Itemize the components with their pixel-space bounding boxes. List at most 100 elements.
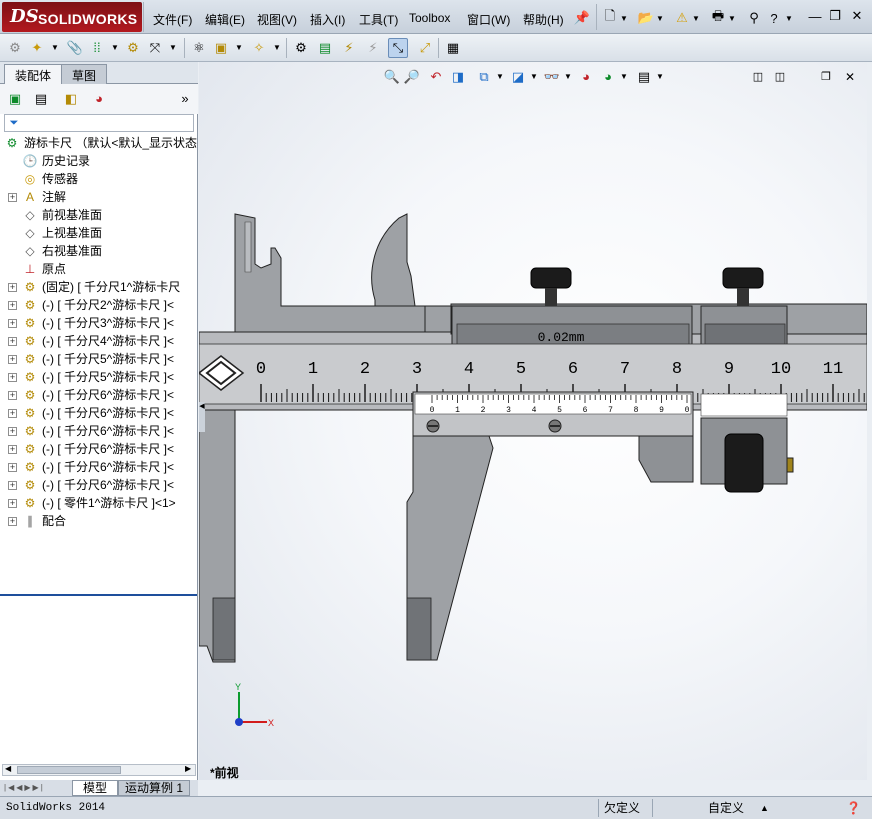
expand-toggle-icon[interactable]: + bbox=[8, 409, 17, 418]
tree-item[interactable]: + A 注解 bbox=[0, 188, 198, 206]
new-part-icon[interactable]: ✦ bbox=[28, 39, 46, 57]
tree-item[interactable]: + ⚙ (-) [ 千分尺4^游标卡尺 ]< bbox=[0, 332, 198, 350]
tab-motion-study[interactable]: 运动算例 1 bbox=[118, 780, 191, 796]
expand-toggle-icon[interactable]: + bbox=[8, 445, 17, 454]
rebuild-dropdown-icon[interactable]: ▼ bbox=[691, 9, 701, 27]
tree-item[interactable]: + ∥ 配合 bbox=[0, 512, 198, 530]
help-dropdown-icon[interactable]: ▼ bbox=[784, 9, 794, 27]
tab-nav-arrows[interactable]: |◀◀▶▶| bbox=[4, 783, 45, 792]
smart-fasteners-icon[interactable]: ⚙ bbox=[124, 39, 142, 57]
mate-icon[interactable]: 📎 bbox=[66, 39, 84, 57]
open-folder-icon[interactable]: 📂 bbox=[637, 9, 655, 27]
menu-toolbox[interactable]: Toolbox bbox=[409, 11, 450, 27]
tree-item[interactable]: ◎ 传感器 bbox=[0, 170, 198, 188]
move-component-icon[interactable]: ⤧ bbox=[146, 39, 164, 57]
display-manager-icon[interactable]: ◕ bbox=[90, 90, 108, 108]
units-dropdown-icon[interactable]: ▲ bbox=[760, 800, 769, 816]
restore-icon[interactable]: ❐ bbox=[826, 7, 844, 25]
filter-icon[interactable]: ⏷ bbox=[7, 115, 21, 131]
assembly-features-icon[interactable]: ▣ bbox=[212, 39, 230, 57]
panel-collapse-handle[interactable]: ◀ bbox=[199, 402, 205, 432]
expand-toggle-icon[interactable]: + bbox=[8, 373, 17, 382]
bill-of-materials-icon[interactable]: ▤ bbox=[316, 39, 334, 57]
menu-help[interactable]: 帮助(H) bbox=[523, 11, 564, 27]
tab-assembly[interactable]: 装配体 bbox=[4, 64, 63, 84]
expand-toggle-icon[interactable]: + bbox=[8, 319, 17, 328]
tree-item[interactable]: + ⚙ (-) [ 零件1^游标卡尺 ]<1> bbox=[0, 494, 198, 512]
scroll-left-icon[interactable]: ◀ bbox=[5, 764, 11, 773]
solidworks-logo[interactable]: DS SOLIDWORKS bbox=[2, 2, 142, 32]
tree-item[interactable]: + ⚙ (-) [ 千分尺6^游标卡尺 ]< bbox=[0, 422, 198, 440]
configuration-manager-icon[interactable]: ◧ bbox=[62, 90, 80, 108]
expand-toggle-icon[interactable]: + bbox=[8, 193, 17, 202]
minimize-icon[interactable]: — bbox=[806, 7, 824, 25]
tree-item[interactable]: + ⚙ (-) [ 千分尺2^游标卡尺 ]< bbox=[0, 296, 198, 314]
print-dropdown-icon[interactable]: ▼ bbox=[727, 9, 737, 27]
status-units[interactable]: 自定义 bbox=[708, 800, 744, 816]
tree-item[interactable]: + ⚙ (-) [ 千分尺6^游标卡尺 ]< bbox=[0, 440, 198, 458]
property-manager-icon[interactable]: ▤ bbox=[32, 90, 50, 108]
tree-item[interactable]: + ⚙ (-) [ 千分尺5^游标卡尺 ]< bbox=[0, 350, 198, 368]
menu-view[interactable]: 视图(V) bbox=[257, 11, 297, 27]
expand-panel-icon[interactable]: » bbox=[176, 90, 194, 108]
reference-dropdown-icon[interactable]: ▼ bbox=[268, 39, 286, 57]
fine-adjust-wheel[interactable] bbox=[724, 433, 764, 493]
explode-line-sketch-icon[interactable]: ⚡ bbox=[364, 39, 382, 57]
new-motion-study-icon[interactable]: ⚙ bbox=[292, 39, 310, 57]
instant3d-icon[interactable]: ⤢ bbox=[416, 39, 434, 57]
tree-item[interactable]: + ⚙ (-) [ 千分尺6^游标卡尺 ]< bbox=[0, 386, 198, 404]
horizontal-scrollbar[interactable]: ◀ ▶ bbox=[2, 764, 196, 776]
tree-item[interactable]: 🕒 历史记录 bbox=[0, 152, 198, 170]
expand-toggle-icon[interactable]: + bbox=[8, 499, 17, 508]
print-icon[interactable]: 🖶 bbox=[709, 8, 727, 27]
tree-item[interactable]: + ⚙ (-) [ 千分尺6^游标卡尺 ]< bbox=[0, 458, 198, 476]
menu-file[interactable]: 文件(F) bbox=[153, 11, 192, 27]
filter-field[interactable]: ⏷ bbox=[4, 114, 194, 132]
features-dropdown-icon[interactable]: ▼ bbox=[230, 39, 248, 57]
menu-tools[interactable]: 工具(T) bbox=[359, 11, 398, 27]
open-dropdown-icon[interactable]: ▼ bbox=[655, 9, 665, 27]
graphics-area[interactable]: 🔍 🔎 ↶ ◨ ⧉ ▼ ◪ ▼ 👓 ▼ ◕ ◕ ▼ ▤ ▼ ◫ ◫ ❐ ✕ 0.… bbox=[199, 62, 867, 780]
expand-toggle-icon[interactable]: + bbox=[8, 481, 17, 490]
interference-detection-icon[interactable]: ⤡ bbox=[388, 38, 408, 58]
linear-pattern-icon[interactable]: ⁞⁞ bbox=[88, 39, 106, 57]
help-icon[interactable]: ? bbox=[765, 9, 783, 27]
pin-icon[interactable]: 📌 bbox=[573, 9, 591, 27]
feature-manager-icon[interactable]: ▣ bbox=[6, 90, 24, 108]
tree-item[interactable]: ◇ 上视基准面 bbox=[0, 224, 198, 242]
expand-toggle-icon[interactable]: + bbox=[8, 337, 17, 346]
rebuild-warning-icon[interactable]: ⚠ bbox=[673, 9, 691, 27]
exploded-view-icon[interactable]: ⚡ bbox=[340, 39, 358, 57]
tree-item[interactable]: ◇ 右视基准面 bbox=[0, 242, 198, 260]
menu-insert[interactable]: 插入(I) bbox=[310, 11, 345, 27]
expand-toggle-icon[interactable]: + bbox=[8, 517, 17, 526]
expand-toggle-icon[interactable]: + bbox=[8, 463, 17, 472]
quick-tips-icon[interactable]: ❓ bbox=[846, 800, 861, 816]
insert-component-icon[interactable]: ⚙ bbox=[6, 39, 24, 57]
tree-item[interactable]: + ⚙ (-) [ 千分尺6^游标卡尺 ]< bbox=[0, 404, 198, 422]
tree-item[interactable]: ⊥ 原点 bbox=[0, 260, 198, 278]
expand-toggle-icon[interactable]: + bbox=[8, 391, 17, 400]
lock-screw-knob[interactable] bbox=[530, 267, 572, 289]
pattern-dropdown-icon[interactable]: ▼ bbox=[106, 39, 124, 57]
expand-toggle-icon[interactable]: + bbox=[8, 301, 17, 310]
menu-edit[interactable]: 编辑(E) bbox=[205, 11, 245, 27]
reference-geometry-icon[interactable]: ✧ bbox=[250, 39, 268, 57]
tree-item[interactable]: + ⚙ (-) [ 千分尺3^游标卡尺 ]< bbox=[0, 314, 198, 332]
search-commands-icon[interactable]: ⚲ bbox=[745, 9, 763, 27]
new-document-icon[interactable]: 🗋 bbox=[601, 8, 619, 27]
expand-toggle-icon[interactable]: + bbox=[8, 355, 17, 364]
move-dropdown-icon[interactable]: ▼ bbox=[164, 39, 182, 57]
tree-item[interactable]: ◇ 前视基准面 bbox=[0, 206, 198, 224]
tab-model[interactable]: 模型 bbox=[72, 780, 119, 796]
tab-sketch[interactable]: 草图 bbox=[61, 64, 108, 84]
expand-toggle-icon[interactable]: + bbox=[8, 427, 17, 436]
tree-item[interactable]: + ⚙ (-) [ 千分尺5^游标卡尺 ]< bbox=[0, 368, 198, 386]
tree-root[interactable]: ⚙ 游标卡尺 （默认<默认_显示状态 bbox=[0, 134, 198, 152]
fine-lock-screw-knob[interactable] bbox=[722, 267, 764, 289]
tree-item[interactable]: + ⚙ (-) [ 千分尺6^游标卡尺 ]< bbox=[0, 476, 198, 494]
menu-window[interactable]: 窗口(W) bbox=[467, 11, 510, 27]
large-design-review-icon[interactable]: ▦ bbox=[444, 39, 462, 57]
scroll-right-icon[interactable]: ▶ bbox=[185, 764, 191, 773]
show-hidden-icon[interactable]: ⚛ bbox=[190, 39, 208, 57]
